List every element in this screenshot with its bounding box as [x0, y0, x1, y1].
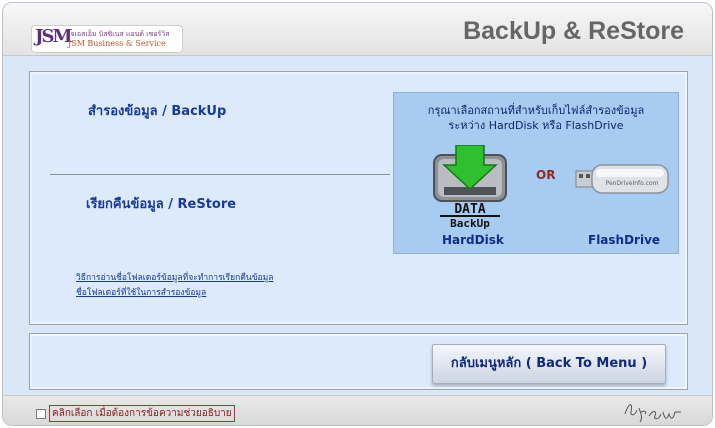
harddisk-icon[interactable]: DATA BackUp	[430, 145, 510, 231]
bottom-panel: กลับเมนูหลัก ( Back To Menu )	[29, 333, 688, 390]
backup-folder-name-link[interactable]: ชื่อโฟลเดอร์ที่ใช้ในการสำรองข้อมูล	[76, 285, 206, 299]
footer: คลิกเลือก เมื่อต้องการข้อความช่วยอธิบาย	[3, 395, 712, 425]
harddisk-option[interactable]: HardDisk	[442, 233, 504, 247]
folder-name-help-link[interactable]: วิธีการอ่านชื่อโฟลเดอร์ข้อมูลที่จะทำการเ…	[76, 270, 273, 284]
flashdrive-option[interactable]: FlashDrive	[588, 233, 660, 247]
help-label[interactable]: คลิกเลือก เมื่อต้องการข้อความช่วยอธิบาย	[49, 405, 235, 422]
hdd-data-text: DATA	[454, 202, 485, 217]
signature	[624, 404, 681, 423]
back-to-menu-button[interactable]: กลับเมนูหลัก ( Back To Menu )	[432, 344, 666, 384]
destination-prompt-line2: ระหว่าง HardDisk หรือ FlashDrive	[448, 119, 624, 132]
help-checkbox[interactable]	[36, 409, 46, 419]
page-title: BackUp & ReStore	[463, 17, 684, 45]
destination-selector: กรุณาเลือกสถานที่สำหรับเก็บไฟล์สำรองข้อม…	[393, 92, 679, 254]
main-panel: สำรองข้อมูล / BackUp เรียกคืนข้อมูล / Re…	[29, 71, 688, 325]
or-label: OR	[536, 168, 556, 182]
logo-mark: JSM	[35, 26, 72, 47]
divider	[50, 174, 390, 175]
company-logo: JSM เจเอสเอ็ม บิสซิเนส แอนด์ เซอร์วิส JS…	[31, 25, 183, 53]
backup-button[interactable]: สำรองข้อมูล / BackUp	[88, 100, 226, 121]
header: JSM เจเอสเอ็ม บิสซิเนส แอนด์ เซอร์วิส JS…	[3, 3, 712, 56]
restore-button[interactable]: เรียกคืนข้อมูล / ReStore	[86, 193, 236, 214]
hdd-backup-text: BackUp	[450, 217, 490, 230]
flashdrive-icon[interactable]: PenDriveInfo.com	[574, 159, 670, 199]
app-window: JSM เจเอสเอ็ม บิสซิเนส แอนด์ เซอร์วิส JS…	[2, 2, 713, 426]
flash-brand-text: PenDriveInfo.com	[606, 180, 659, 187]
logo-english-name: JSM Business & Service	[68, 39, 166, 48]
